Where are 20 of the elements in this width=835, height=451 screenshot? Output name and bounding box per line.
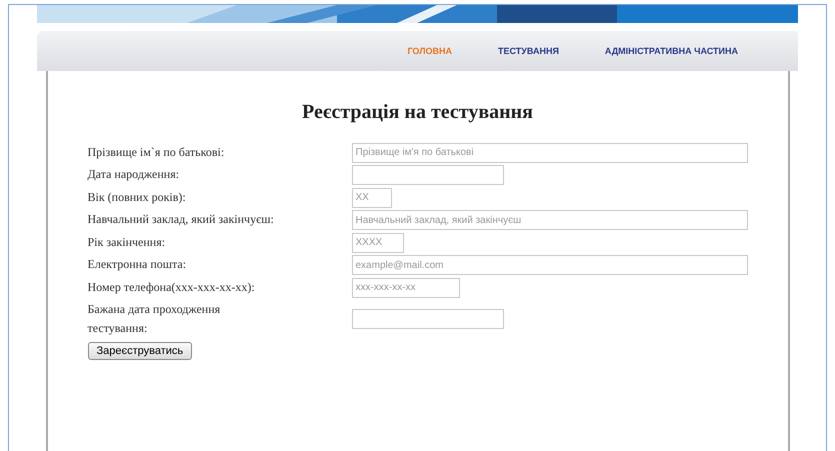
nav-link[interactable]: АДМІНІСТРАТИВНА ЧАСТИНА (604, 46, 738, 56)
field-label: Прізвище ім`я по батькові: (88, 144, 226, 161)
nav-link[interactable]: ТЕСТУВАННЯ (498, 46, 559, 56)
field-label: Вік (повних років): (88, 188, 187, 206)
field-label: Рік закінчення: (88, 234, 166, 251)
input-field[interactable]: XXXX (352, 232, 404, 252)
input-field[interactable]: Прізвище ім'я по батькові (352, 142, 748, 162)
input-field[interactable]: Навчальний заклад, який закінчуєш (352, 210, 748, 230)
field-label: Навчальний заклад, який закінчуєш: (88, 211, 275, 228)
input-field[interactable] (352, 165, 504, 185)
field-label: Електронна пошта: (88, 256, 188, 274)
field-label: Дата народження: (88, 166, 180, 184)
register-button[interactable]: Зареєструватись (88, 342, 192, 360)
input-field[interactable] (352, 308, 504, 329)
form-title: Реєстрація на тестування (300, 101, 534, 124)
field-label: Бажана дата проходження тестування: (88, 300, 222, 337)
field-label: Номер телефона(xxx-xxx-xx-xx): (88, 278, 256, 296)
input-field[interactable]: XX (352, 188, 392, 208)
input-field[interactable]: example@mail.com (352, 255, 748, 275)
input-field[interactable]: xxx-xxx-xx-xx (352, 278, 460, 298)
